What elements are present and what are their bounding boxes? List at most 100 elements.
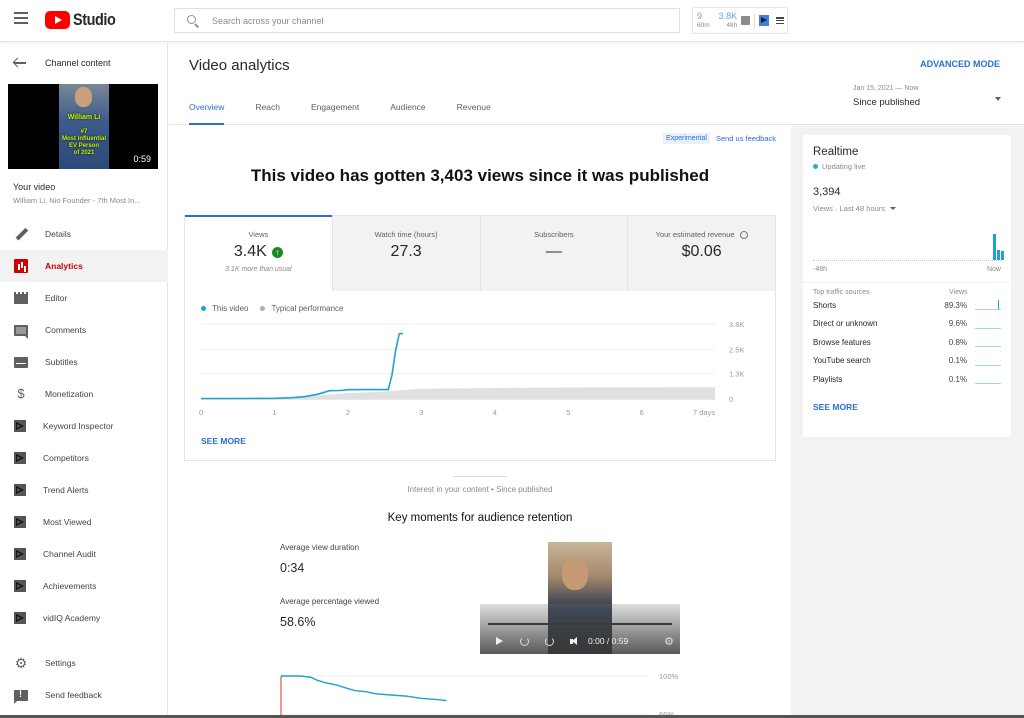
player-time: 0:00 / 0:59 (588, 636, 629, 646)
metric-label: Views (248, 230, 269, 239)
metric-subscribers[interactable]: Subscribers — (480, 216, 629, 291)
y-tick-label: 100% (659, 672, 679, 681)
sidebar-item-trend-alerts[interactable]: Trend Alerts (0, 474, 168, 506)
traffic-source-row[interactable]: Direct or unknown 9.6% (813, 315, 1001, 334)
feedback-icon (14, 689, 28, 704)
page-title: Video analytics (189, 57, 290, 74)
vidiq-logo-icon[interactable] (759, 15, 770, 26)
tab-audience[interactable]: Audience (390, 95, 425, 125)
progress-bar[interactable] (488, 623, 672, 625)
tab-reach[interactable]: Reach (255, 95, 280, 125)
date-range-dropdown[interactable]: Jan 15, 2021 — Now Since published (853, 85, 1001, 115)
sidebar-item-vidiq-academy[interactable]: vidIQ Academy (0, 602, 168, 634)
experimental-row: Experimental Send us feedback (663, 133, 776, 144)
search-input[interactable] (212, 15, 652, 26)
play-icon[interactable] (496, 637, 503, 645)
forward-icon[interactable] (545, 636, 554, 646)
vidiq-menu-icon[interactable] (776, 17, 785, 24)
sidebar-item-channel-audit[interactable]: Channel Audit (0, 538, 168, 570)
metric-label: Subscribers (534, 230, 574, 239)
sidebar-item-achievements[interactable]: Achievements (0, 570, 168, 602)
youtube-studio-logo[interactable]: Studio (45, 10, 123, 30)
sidebar-item-settings[interactable]: ⚙ Settings (0, 647, 168, 679)
pencil-icon (14, 227, 28, 241)
realtime-bar[interactable] (1001, 251, 1004, 260)
sidebar-item-comments[interactable]: Comments (0, 314, 168, 346)
metric-views[interactable]: Views 3.4K ↑ 3.1K more than usual (185, 215, 333, 291)
realtime-bar[interactable] (997, 249, 1000, 260)
traffic-source-row[interactable]: YouTube search 0.1% (813, 352, 1001, 371)
vidiq-icon (14, 580, 26, 592)
tab-revenue[interactable]: Revenue (457, 95, 491, 125)
traffic-source-row[interactable]: Browse features 0.8% (813, 333, 1001, 352)
editor-icon (14, 292, 28, 304)
realtime-see-more-button[interactable]: SEE MORE (813, 402, 1001, 412)
realtime-period-dropdown[interactable]: Views · Last 48 hours (813, 204, 1001, 213)
video-thumbnail[interactable]: William Li #7 Most Influential EV Person… (8, 84, 158, 169)
x-tick-label: 0 (199, 408, 203, 417)
video-player[interactable]: 0:00 / 0:59 ⚙ (480, 542, 680, 654)
menu-icon[interactable] (14, 12, 28, 24)
sidebar-item-keyword-inspector[interactable]: Keyword Inspector (0, 410, 168, 442)
axis-label-end: Now (986, 266, 1001, 273)
gear-icon[interactable]: ⚙ (664, 635, 674, 648)
sidebar-item-label: Editor (45, 293, 68, 303)
traffic-source-row[interactable]: Playlists 0.1% (813, 370, 1001, 389)
retention-chart: 100%66% (280, 672, 679, 718)
sidebar-item-label: Monetization (45, 389, 94, 399)
sidebar-item-analytics[interactable]: Analytics (0, 250, 168, 282)
realtime-bar[interactable] (993, 234, 996, 260)
video-title[interactable]: William Li, Nio Founder - 7th Most In... (13, 196, 158, 205)
sidebar-item-label: Subtitles (45, 357, 78, 367)
legend-dot (201, 306, 206, 311)
back-arrow-icon[interactable] (13, 57, 27, 69)
sparkline (975, 319, 1001, 329)
date-range-label: Since published (853, 97, 921, 108)
sidebar-item-most-viewed[interactable]: Most Viewed (0, 506, 168, 538)
metric-revenue[interactable]: Your estimated revenue $0.06 (628, 216, 775, 291)
metric-note: 3.1K more than usual (225, 266, 292, 273)
sidebar-item-monetization[interactable]: $ Monetization (0, 378, 168, 410)
traffic-source-name: Direct or unknown (813, 319, 878, 329)
axis-label-start: -48h (813, 266, 828, 273)
series-this-video (200, 332, 404, 400)
sidebar-item-send-feedback[interactable]: Send feedback (0, 679, 168, 711)
your-video-label: Your video (13, 182, 56, 192)
y-tick-label: 3.8K (729, 320, 744, 329)
sidebar-item-label: Analytics (45, 261, 83, 271)
vidiq-chart-icon[interactable] (741, 16, 751, 25)
vidiq-widget[interactable]: 9 60m 3.8K 48h (692, 7, 788, 34)
metric-value: $0.06 (681, 243, 722, 260)
volume-icon[interactable] (570, 636, 580, 646)
realtime-period-label: Views · Last 48 hours (813, 204, 885, 213)
tab-overview[interactable]: Overview (189, 95, 225, 125)
y-tick-label: 1.3K (729, 369, 744, 378)
see-more-button[interactable]: SEE MORE (201, 436, 246, 446)
sidebar-item-details[interactable]: Details (0, 218, 168, 250)
sidebar-item-subtitles[interactable]: Subtitles (0, 346, 168, 378)
clock-icon[interactable] (739, 230, 748, 239)
sidebar-item-editor[interactable]: Editor (0, 282, 168, 314)
chevron-down-icon (995, 97, 1001, 101)
sidebar-item-label: Achievements (43, 581, 97, 591)
metric-watch-time[interactable]: Watch time (hours) 27.3 (332, 216, 481, 291)
advanced-mode-button[interactable]: ADVANCED MODE (920, 59, 1000, 69)
traffic-source-row[interactable]: Shorts 89.3% (813, 296, 1001, 315)
sidebar-item-competitors[interactable]: Competitors (0, 442, 168, 474)
legend-item-typical: Typical performance (260, 304, 344, 313)
search-box[interactable] (174, 8, 680, 33)
traffic-sources-header: Top traffic sources Views (813, 289, 1001, 296)
back-to-channel-content[interactable]: Channel content (0, 51, 168, 75)
overview-content: Experimental Send us feedback This video… (169, 126, 791, 718)
x-tick-label: 1 (272, 408, 276, 417)
x-tick-label: 7 days (693, 408, 715, 417)
sidebar: Channel content William Li #7 Most Influ… (0, 43, 168, 718)
sidebar-item-label: Settings (45, 658, 76, 668)
tab-engagement[interactable]: Engagement (311, 95, 359, 125)
send-feedback-link[interactable]: Send us feedback (716, 134, 776, 143)
rewind-icon[interactable] (520, 636, 529, 646)
thumbnail-overlay-line: Most Influential (62, 136, 106, 142)
legend-dot (260, 306, 266, 311)
thumbnail-overlay-line: #7 (80, 129, 88, 135)
vidiq-60m-label: 60m (697, 21, 710, 29)
